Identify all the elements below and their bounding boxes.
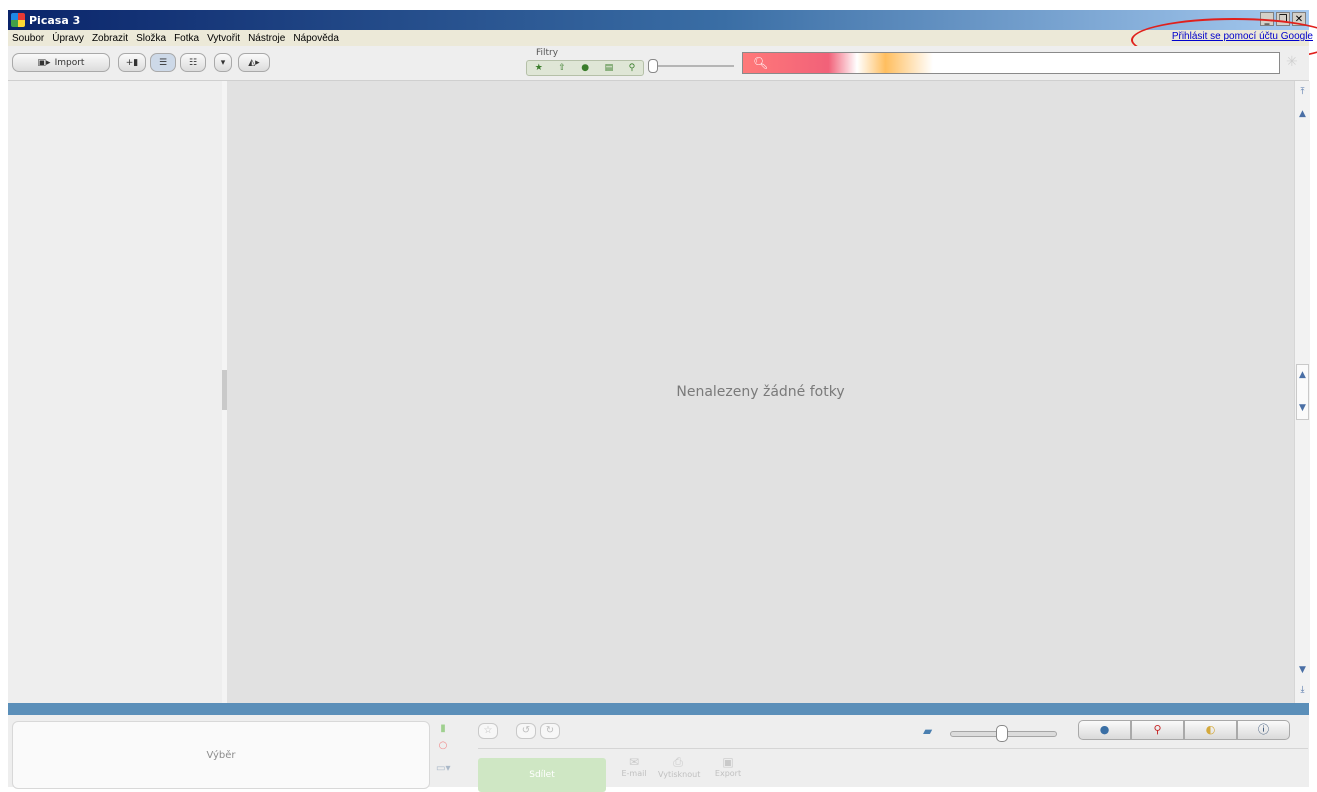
print-action[interactable]: ⎙ Vytisknout [658, 755, 700, 779]
properties-button[interactable]: ⓘ [1237, 720, 1290, 740]
camera-icon: ▣▸ [37, 57, 51, 68]
slideshow-icon: ◭▸ [248, 57, 260, 68]
scroll-page-up-icon[interactable]: ▲ [1295, 368, 1310, 382]
menu-soubor[interactable]: Soubor [8, 33, 48, 44]
filters-bar: ★ ⇧ ● ▤ ⚲ [526, 60, 644, 76]
menu-zobrazit[interactable]: Zobrazit [88, 33, 132, 44]
share-label: Sdílet [529, 770, 555, 780]
email-icon: ✉ [628, 755, 640, 769]
tags-button[interactable]: ◐ [1184, 720, 1237, 740]
library-scrollbar[interactable]: ⤒ ▲ ▲ ▼ ▼ ⤓ [1294, 81, 1310, 703]
window-title: Picasa 3 [29, 13, 81, 27]
picasa-logo-icon [11, 13, 25, 27]
upload-filter-icon[interactable]: ⇧ [558, 63, 566, 73]
selection-tray[interactable]: Výběr [12, 721, 430, 789]
no-photos-message: Nenalezeny žádné fotky [676, 384, 845, 400]
tray-separator [478, 748, 1308, 749]
chevron-down-icon: ▾ [220, 57, 226, 68]
search-icon: 🔍︎ [753, 56, 769, 70]
tag-icon: ◐ [1205, 723, 1216, 736]
print-icon: ⎙ [673, 755, 683, 769]
scroll-down-icon[interactable]: ▼ [1295, 663, 1310, 677]
list-icon: ☰ [158, 57, 168, 68]
zoom-icon: ▰ [923, 724, 933, 738]
search-field[interactable]: 🔍︎ [742, 52, 1280, 74]
title-bar[interactable]: Picasa 3 _ ❐ ✕ [8, 10, 1309, 30]
import-button[interactable]: ▣▸ Import [12, 53, 110, 72]
bottom-divider[interactable] [8, 703, 1309, 715]
view-options-dropdown[interactable]: ▾ [214, 53, 232, 72]
info-tab-group: ● ⚲ ◐ ⓘ [1078, 720, 1290, 740]
menu-fotka[interactable]: Fotka [170, 33, 203, 44]
slideshow-button[interactable]: ◭▸ [238, 53, 270, 72]
clear-selection-icon[interactable]: ○ [436, 740, 450, 751]
flat-view-button[interactable]: ☰ [150, 53, 176, 72]
export-action[interactable]: ▣ Export [708, 755, 748, 778]
export-icon: ▣ [722, 755, 734, 769]
selection-label: Výběr [206, 749, 236, 761]
menu-nastroje[interactable]: Nástroje [244, 33, 289, 44]
info-icon: ⓘ [1258, 723, 1269, 736]
search-decoration [743, 53, 933, 73]
tray-tools: ▮ ○ ▭▾ [436, 723, 450, 774]
places-button[interactable]: ⚲ [1131, 720, 1184, 740]
people-filter-icon[interactable]: ● [581, 63, 589, 73]
movie-filter-icon[interactable]: ▤ [605, 63, 614, 73]
zoom-slider-thumb[interactable] [996, 725, 1008, 742]
location-filter-icon[interactable]: ⚲ [629, 63, 636, 73]
rotate-left-button[interactable]: ↺ [516, 723, 536, 739]
add-album-icon: +▮ [125, 57, 139, 68]
map-pin-icon: ⚲ [1153, 723, 1162, 736]
rotate-left-icon: ↺ [521, 725, 531, 736]
scroll-page-down-icon[interactable]: ▼ [1295, 401, 1310, 415]
email-action[interactable]: ✉ E-mail [614, 755, 654, 778]
person-icon: ● [1099, 723, 1110, 736]
menu-bar: Soubor Úpravy Zobrazit Složka Fotka Vytv… [8, 30, 1309, 46]
add-to-album-button[interactable]: +▮ [118, 53, 146, 72]
tray-album-icon[interactable]: ▭▾ [436, 763, 450, 774]
tree-view-button[interactable]: ☷ [180, 53, 206, 72]
folder-list-panel[interactable] [8, 81, 223, 703]
star-button[interactable]: ☆ [478, 723, 498, 739]
import-label: Import [54, 57, 85, 68]
pin-icon[interactable]: ▮ [436, 723, 450, 734]
loading-spinner-icon: ✳ [1286, 54, 1298, 70]
date-filter-slider[interactable] [648, 65, 734, 67]
date-filter-slider-thumb[interactable] [648, 59, 658, 73]
scroll-top-icon[interactable]: ⤒ [1295, 85, 1310, 99]
rotate-right-button[interactable]: ↻ [540, 723, 560, 739]
photo-library-area[interactable]: Nenalezeny žádné fotky [227, 81, 1294, 703]
menu-vytvorit[interactable]: Vytvořit [203, 33, 244, 44]
star-filter-icon[interactable]: ★ [535, 63, 543, 73]
scroll-up-icon[interactable]: ▲ [1295, 107, 1310, 121]
photo-tray-panel: Výběr ▮ ○ ▭▾ ☆ ↺ ↻ Sdílet ✉ E-mail ⎙ Vyt… [8, 715, 1309, 792]
menu-napoveda[interactable]: Nápověda [289, 33, 343, 44]
rotate-right-icon: ↻ [545, 725, 555, 736]
menu-slozka[interactable]: Složka [132, 33, 170, 44]
toolbar: ▣▸ Import +▮ ☰ ☷ ▾ ◭▸ Filtry ★ ⇧ ● ▤ ⚲ 🔍… [8, 46, 1309, 81]
menu-upravy[interactable]: Úpravy [48, 33, 88, 44]
scroll-bottom-icon[interactable]: ⤓ [1295, 683, 1310, 697]
tree-icon: ☷ [188, 57, 198, 68]
filters-label: Filtry [536, 48, 559, 58]
star-icon: ☆ [483, 725, 493, 736]
people-button[interactable]: ● [1078, 720, 1131, 740]
